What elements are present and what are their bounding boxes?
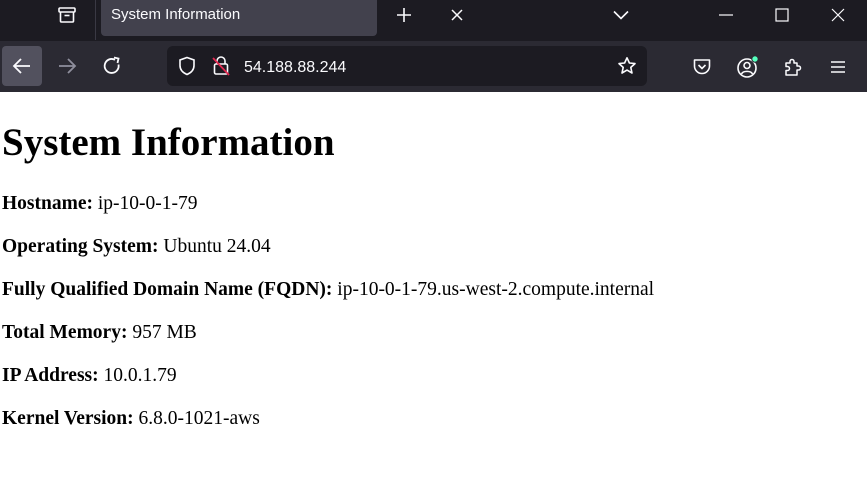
info-row-kernel-version: Kernel Version: 6.8.0-1021-aws	[2, 407, 260, 431]
info-label: Operating System:	[2, 236, 159, 257]
tab-system-information[interactable]: System Information	[101, 0, 463, 36]
info-value: 957 MB	[132, 322, 197, 343]
page-content: System Information Hostname: ip-10-0-1-7…	[0, 92, 867, 483]
address-bar[interactable]: 54.188.88.244	[167, 46, 647, 86]
minimize-icon[interactable]	[712, 3, 740, 27]
window-close-icon[interactable]	[824, 3, 852, 27]
url-text[interactable]: 54.188.88.244	[244, 46, 346, 86]
shield-icon[interactable]	[175, 54, 199, 78]
maximize-icon[interactable]	[768, 3, 796, 27]
info-row-total-memory: Total Memory: 957 MB	[2, 321, 197, 345]
info-value: ip-10-0-1-79	[97, 193, 198, 214]
navigation-toolbar: 54.188.88.244	[0, 41, 867, 92]
account-icon[interactable]	[733, 53, 761, 81]
tab-title: System Information	[111, 6, 241, 23]
info-label: IP Address:	[2, 365, 99, 386]
firefox-view-icon[interactable]	[53, 3, 81, 27]
info-label: Fully Qualified Domain Name (FQDN):	[2, 279, 333, 300]
tab-bar: System Information	[0, 0, 867, 41]
new-tab-icon[interactable]	[391, 3, 417, 27]
browser-chrome: System Information 54.188.88.244	[0, 0, 867, 92]
info-value: Ubuntu 24.04	[163, 236, 271, 257]
info-value: ip-10-0-1-79.us-west-2.compute.internal	[337, 279, 655, 300]
info-row-ip-address: IP Address: 10.0.1.79	[2, 364, 177, 388]
info-label: Hostname:	[2, 193, 93, 214]
page-title: System Information	[2, 121, 335, 164]
tab-separator	[95, 0, 96, 40]
info-row-operating-system: Operating System: Ubuntu 24.04	[2, 235, 271, 259]
info-row-fqdn: Fully Qualified Domain Name (FQDN): ip-1…	[2, 278, 654, 302]
extensions-icon[interactable]	[779, 54, 807, 80]
insecure-lock-icon[interactable]	[209, 53, 233, 79]
forward-button[interactable]	[47, 46, 87, 86]
info-value: 10.0.1.79	[103, 365, 177, 386]
bookmark-star-icon[interactable]	[614, 54, 640, 78]
chevron-down-icon[interactable]	[607, 3, 635, 27]
pocket-icon[interactable]	[688, 54, 716, 80]
back-button[interactable]	[2, 46, 42, 86]
info-label: Kernel Version:	[2, 408, 134, 429]
menu-icon[interactable]	[824, 54, 852, 80]
info-label: Total Memory:	[2, 322, 128, 343]
close-icon[interactable]	[444, 4, 470, 26]
info-row-hostname: Hostname: ip-10-0-1-79	[2, 192, 198, 216]
info-value: 6.8.0-1021-aws	[138, 408, 260, 429]
reload-button[interactable]	[92, 46, 132, 86]
